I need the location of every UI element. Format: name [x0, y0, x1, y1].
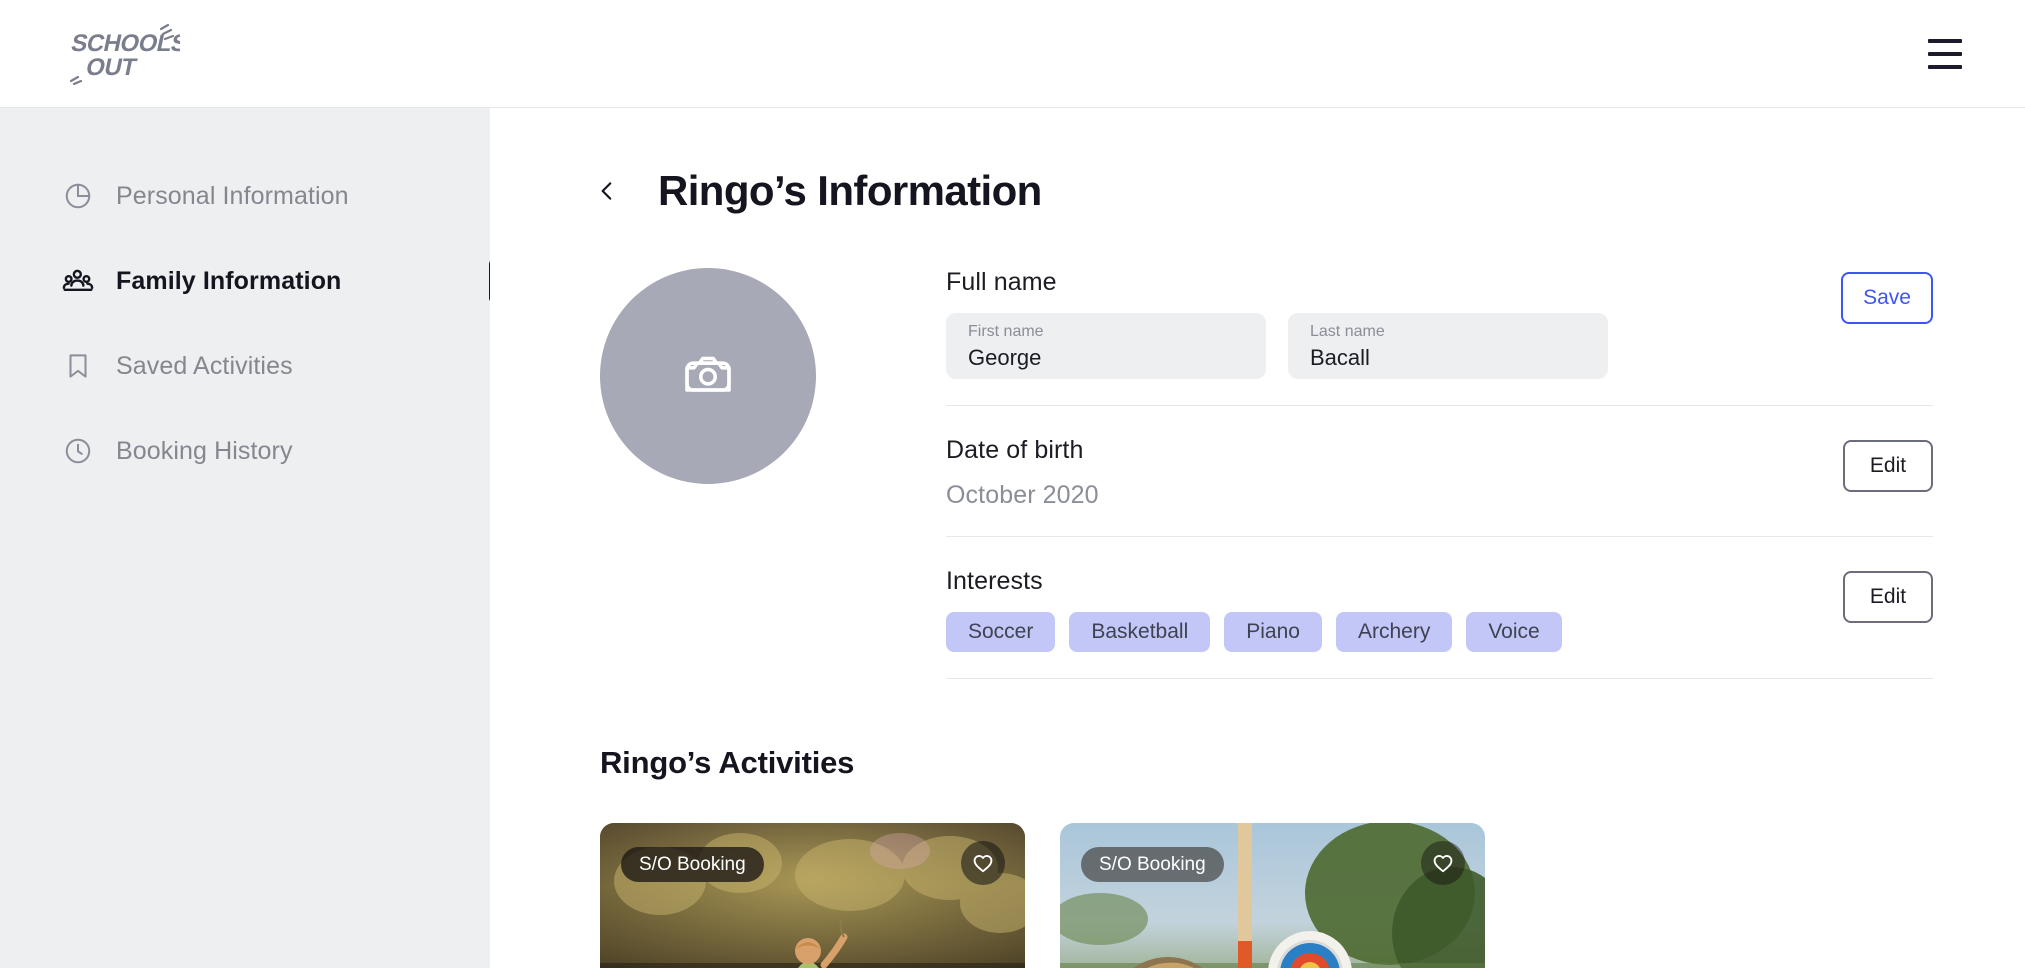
bookmark-icon — [62, 350, 94, 382]
activity-card[interactable]: S/O Booking — [600, 823, 1025, 968]
first-name-input[interactable]: First name George — [946, 313, 1266, 379]
hamburger-bar-1 — [1928, 38, 1962, 43]
interests-label: Interests — [946, 567, 1043, 595]
interest-tag[interactable]: Piano — [1224, 612, 1322, 652]
activities-section: Ringo’s Activities S/O Booking S/O Booki… — [600, 745, 2025, 968]
heart-outline-icon — [1433, 855, 1453, 873]
interest-tag[interactable]: Soccer — [946, 612, 1056, 652]
sidebar-item-label: Saved Activities — [116, 351, 293, 380]
main-content: Ringo’s Information Full name First name… — [490, 108, 2025, 968]
favorite-button[interactable] — [961, 841, 1005, 885]
edit-date-of-birth-button[interactable]: Edit — [1843, 440, 1933, 492]
first-name-label: First name — [968, 323, 1044, 340]
chevron-left-icon — [601, 182, 612, 200]
date-of-birth-value: October 2020 — [946, 481, 1099, 509]
activity-image-archery — [1060, 823, 1485, 968]
heart-outline-icon — [973, 855, 993, 873]
people-group-icon — [62, 265, 94, 297]
app-root: SCHOOLS OUT Personal Information Family … — [0, 0, 2025, 968]
pie-chart-icon — [62, 180, 94, 212]
booking-badge: S/O Booking — [1081, 847, 1224, 882]
activities-title: Ringo’s Activities — [600, 745, 855, 780]
hamburger-bar-2 — [1928, 51, 1962, 56]
interests-tag-list: Soccer Basketball Piano Archery Voice — [946, 612, 1843, 652]
avatar[interactable] — [600, 268, 816, 484]
hamburger-bar-3 — [1928, 64, 1962, 69]
interest-tag[interactable]: Basketball — [1069, 612, 1211, 652]
interest-tag[interactable]: Voice — [1466, 612, 1562, 652]
save-button[interactable]: Save — [1841, 272, 1933, 324]
activity-image-lake — [600, 823, 1025, 968]
clock-icon — [62, 435, 94, 467]
sidebar-item-booking-history[interactable]: Booking History — [0, 421, 490, 481]
sidebar-item-label: Personal Information — [116, 181, 349, 210]
back-button[interactable] — [590, 174, 624, 208]
sidebar-item-family-information[interactable]: Family Information — [0, 251, 502, 311]
profile-fields: Full name First name George Last name Ba… — [946, 268, 1933, 679]
date-of-birth-field-block: Date of birth October 2020 Edit — [946, 406, 1933, 537]
profile-section: Full name First name George Last name Ba… — [600, 268, 2025, 679]
top-bar: SCHOOLS OUT — [0, 0, 2025, 108]
booking-badge: S/O Booking — [621, 847, 764, 882]
last-name-value: Bacall — [1310, 344, 1370, 370]
hamburger-menu-icon[interactable] — [1919, 28, 1971, 80]
schools-out-logo[interactable]: SCHOOLS OUT — [60, 23, 190, 85]
logo-svg: SCHOOLS OUT — [69, 23, 190, 85]
sidebar-item-label: Family Information — [116, 266, 342, 295]
full-name-field-block: Full name First name George Last name Ba… — [946, 268, 1933, 406]
sidebar-item-personal-information[interactable]: Personal Information — [0, 166, 490, 226]
sidebar: Personal Information Family Information — [0, 108, 502, 968]
full-name-label: Full name — [946, 268, 1057, 296]
logo-text-out: OUT — [84, 54, 139, 81]
last-name-label: Last name — [1310, 323, 1385, 340]
activity-card[interactable]: S/O Booking — [1060, 823, 1485, 968]
camera-icon — [685, 356, 731, 392]
edit-interests-button[interactable]: Edit — [1843, 571, 1933, 623]
interest-tag[interactable]: Archery — [1335, 612, 1453, 652]
sidebar-item-label: Booking History — [116, 436, 293, 465]
date-of-birth-label: Date of birth — [946, 436, 1084, 464]
favorite-button[interactable] — [1421, 841, 1465, 885]
sidebar-item-saved-activities[interactable]: Saved Activities — [0, 336, 490, 396]
last-name-input[interactable]: Last name Bacall — [1288, 313, 1608, 379]
interests-field-block: Interests Soccer Basketball Piano Archer… — [946, 537, 1933, 679]
first-name-value: George — [968, 344, 1042, 370]
page-title: Ringo’s Information — [658, 167, 1042, 214]
activity-cards-row: S/O Booking S/O Booking — [600, 823, 2025, 968]
